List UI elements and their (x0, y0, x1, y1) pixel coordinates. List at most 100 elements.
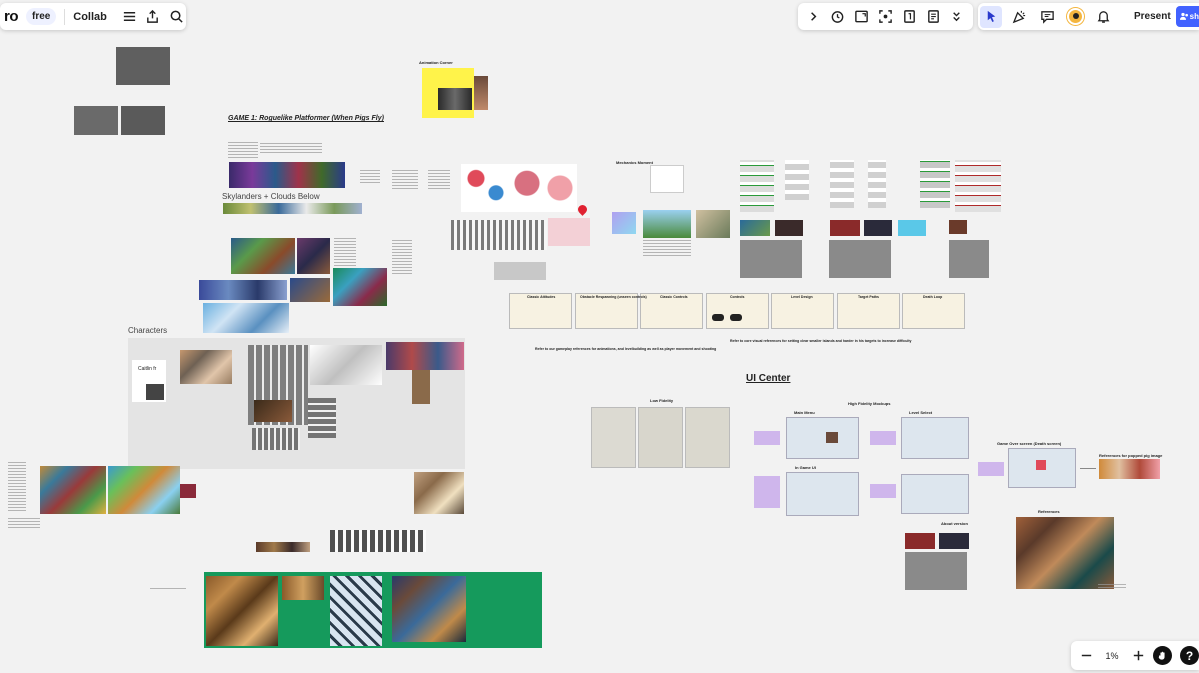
comment-icon[interactable] (1036, 6, 1058, 28)
share-users-icon[interactable]: sh (1176, 6, 1199, 27)
mechanics-diagram[interactable] (650, 165, 684, 193)
bell-icon[interactable] (1092, 6, 1114, 28)
present-button[interactable]: Present (1128, 11, 1177, 22)
chevron-right-icon[interactable] (803, 6, 825, 28)
level-select-mockup[interactable] (901, 417, 969, 459)
timer-icon[interactable] (827, 6, 849, 28)
low-fi-sketch-1[interactable] (591, 407, 636, 468)
ui-grid-6[interactable] (955, 160, 1001, 212)
level-popup-mockup[interactable] (901, 474, 969, 514)
search-icon[interactable] (166, 6, 186, 28)
collab-toolbar: Present sh (978, 3, 1199, 30)
hand-tool-icon[interactable] (1153, 646, 1172, 665)
char-refs-8[interactable] (252, 428, 300, 450)
share-upload-icon[interactable] (143, 6, 163, 28)
ui-scene-2[interactable] (775, 220, 803, 236)
notes-icon[interactable] (922, 6, 944, 28)
barrel-assets[interactable] (282, 576, 324, 600)
zoom-out-icon[interactable] (1075, 645, 1097, 667)
main-menu-mockup[interactable] (786, 417, 859, 459)
ui-scene-3[interactable] (830, 220, 860, 236)
pig-sketch-3[interactable] (543, 164, 577, 212)
cloud-refs[interactable] (203, 303, 289, 333)
concept-grid-c[interactable] (333, 268, 387, 306)
game-art-grid-2[interactable] (108, 466, 180, 514)
note-sticky-4[interactable] (870, 484, 896, 498)
sky-refs[interactable] (199, 280, 287, 300)
game1-screens[interactable] (229, 162, 345, 188)
note-sticky-2[interactable] (870, 431, 896, 445)
ui-grid-4[interactable] (868, 160, 886, 208)
about-banner-2[interactable] (939, 533, 969, 549)
scene-assets[interactable] (392, 576, 466, 642)
mechanics-scene[interactable] (643, 210, 691, 238)
dark-frame-left[interactable] (74, 106, 118, 135)
animation-ref[interactable] (474, 76, 488, 110)
ui-panel-3[interactable] (949, 240, 989, 278)
char-refs-4[interactable] (386, 342, 464, 370)
mechanics-figure[interactable] (696, 210, 730, 238)
concept-grid-b[interactable] (297, 238, 330, 274)
concept-grid-d[interactable] (290, 278, 330, 302)
dark-frame-top[interactable] (116, 47, 170, 85)
ui-scene-5[interactable] (898, 220, 926, 236)
concept-grid-a[interactable] (231, 238, 295, 274)
focus-icon[interactable] (874, 6, 896, 28)
app-logo[interactable]: ro (4, 8, 19, 25)
desert-refs[interactable] (414, 472, 464, 514)
ui-scene-1[interactable] (740, 220, 770, 236)
crates-assets[interactable] (206, 576, 278, 646)
about-banner-1[interactable] (905, 533, 935, 549)
ui-scene-6[interactable] (949, 220, 967, 234)
ui-panel-1[interactable] (740, 240, 802, 278)
plan-badge[interactable]: free (26, 8, 57, 25)
whiteboard-canvas[interactable]: GAME 1: Roguelike Platformer (When Pigs … (0, 0, 1199, 673)
number-icon[interactable] (898, 6, 920, 28)
char-refs-6[interactable] (254, 400, 292, 422)
ui-scene-4[interactable] (864, 220, 892, 236)
mechanics-cube[interactable] (612, 212, 636, 234)
board-name[interactable]: Collab (73, 11, 107, 23)
chevron-double-down-icon[interactable] (946, 6, 968, 28)
game-art-grid-1[interactable] (40, 466, 106, 514)
avatar-icon[interactable] (1064, 6, 1086, 28)
low-fi-sketch-3[interactable] (685, 407, 730, 468)
pig-sketch-2[interactable] (511, 164, 543, 212)
menu-icon[interactable] (119, 6, 139, 28)
small-icons[interactable] (256, 542, 310, 552)
cursor-icon[interactable] (980, 5, 1002, 28)
refer-gameplay-note: Refer to our gameplay references for ani… (535, 347, 717, 351)
celebrate-icon[interactable] (1008, 6, 1030, 28)
help-icon[interactable]: ? (1180, 646, 1199, 665)
pig-pink[interactable] (548, 218, 590, 246)
about-mockup[interactable] (905, 552, 967, 590)
animation-frames[interactable] (438, 88, 472, 110)
pig-lineart[interactable] (451, 220, 547, 250)
pig-sketch-1[interactable] (461, 164, 511, 212)
note-sticky-5[interactable] (978, 462, 1004, 476)
frame-icon[interactable] (851, 6, 873, 28)
zoom-in-icon[interactable] (1127, 645, 1149, 667)
low-fi-sketch-2[interactable] (638, 407, 683, 468)
pig-gray[interactable] (494, 262, 546, 280)
popped-pig-refs[interactable] (1099, 459, 1160, 479)
cloud-assets[interactable] (330, 576, 382, 646)
note-sticky-1[interactable] (754, 431, 780, 445)
wood-ui-refs[interactable] (1016, 517, 1114, 589)
ui-grid-5[interactable] (920, 160, 950, 208)
char-refs-5[interactable] (412, 370, 430, 404)
game-art-3[interactable] (180, 484, 196, 498)
char-refs-3[interactable] (310, 345, 382, 385)
dark-frame-right[interactable] (121, 106, 165, 135)
ui-grid-3[interactable] (830, 160, 854, 208)
ui-panel-2[interactable] (829, 240, 891, 278)
skylanders-strip[interactable] (223, 203, 362, 214)
zoom-level[interactable]: 1% (1097, 651, 1127, 661)
in-game-ui-mockup[interactable] (786, 472, 859, 516)
note-sticky-3[interactable] (754, 476, 780, 508)
char-refs-1[interactable] (180, 350, 232, 384)
char-refs-7[interactable] (308, 398, 336, 438)
ui-grid-1[interactable] (740, 160, 774, 212)
sprite-strip[interactable] (330, 530, 426, 552)
ui-grid-2[interactable] (785, 160, 809, 200)
